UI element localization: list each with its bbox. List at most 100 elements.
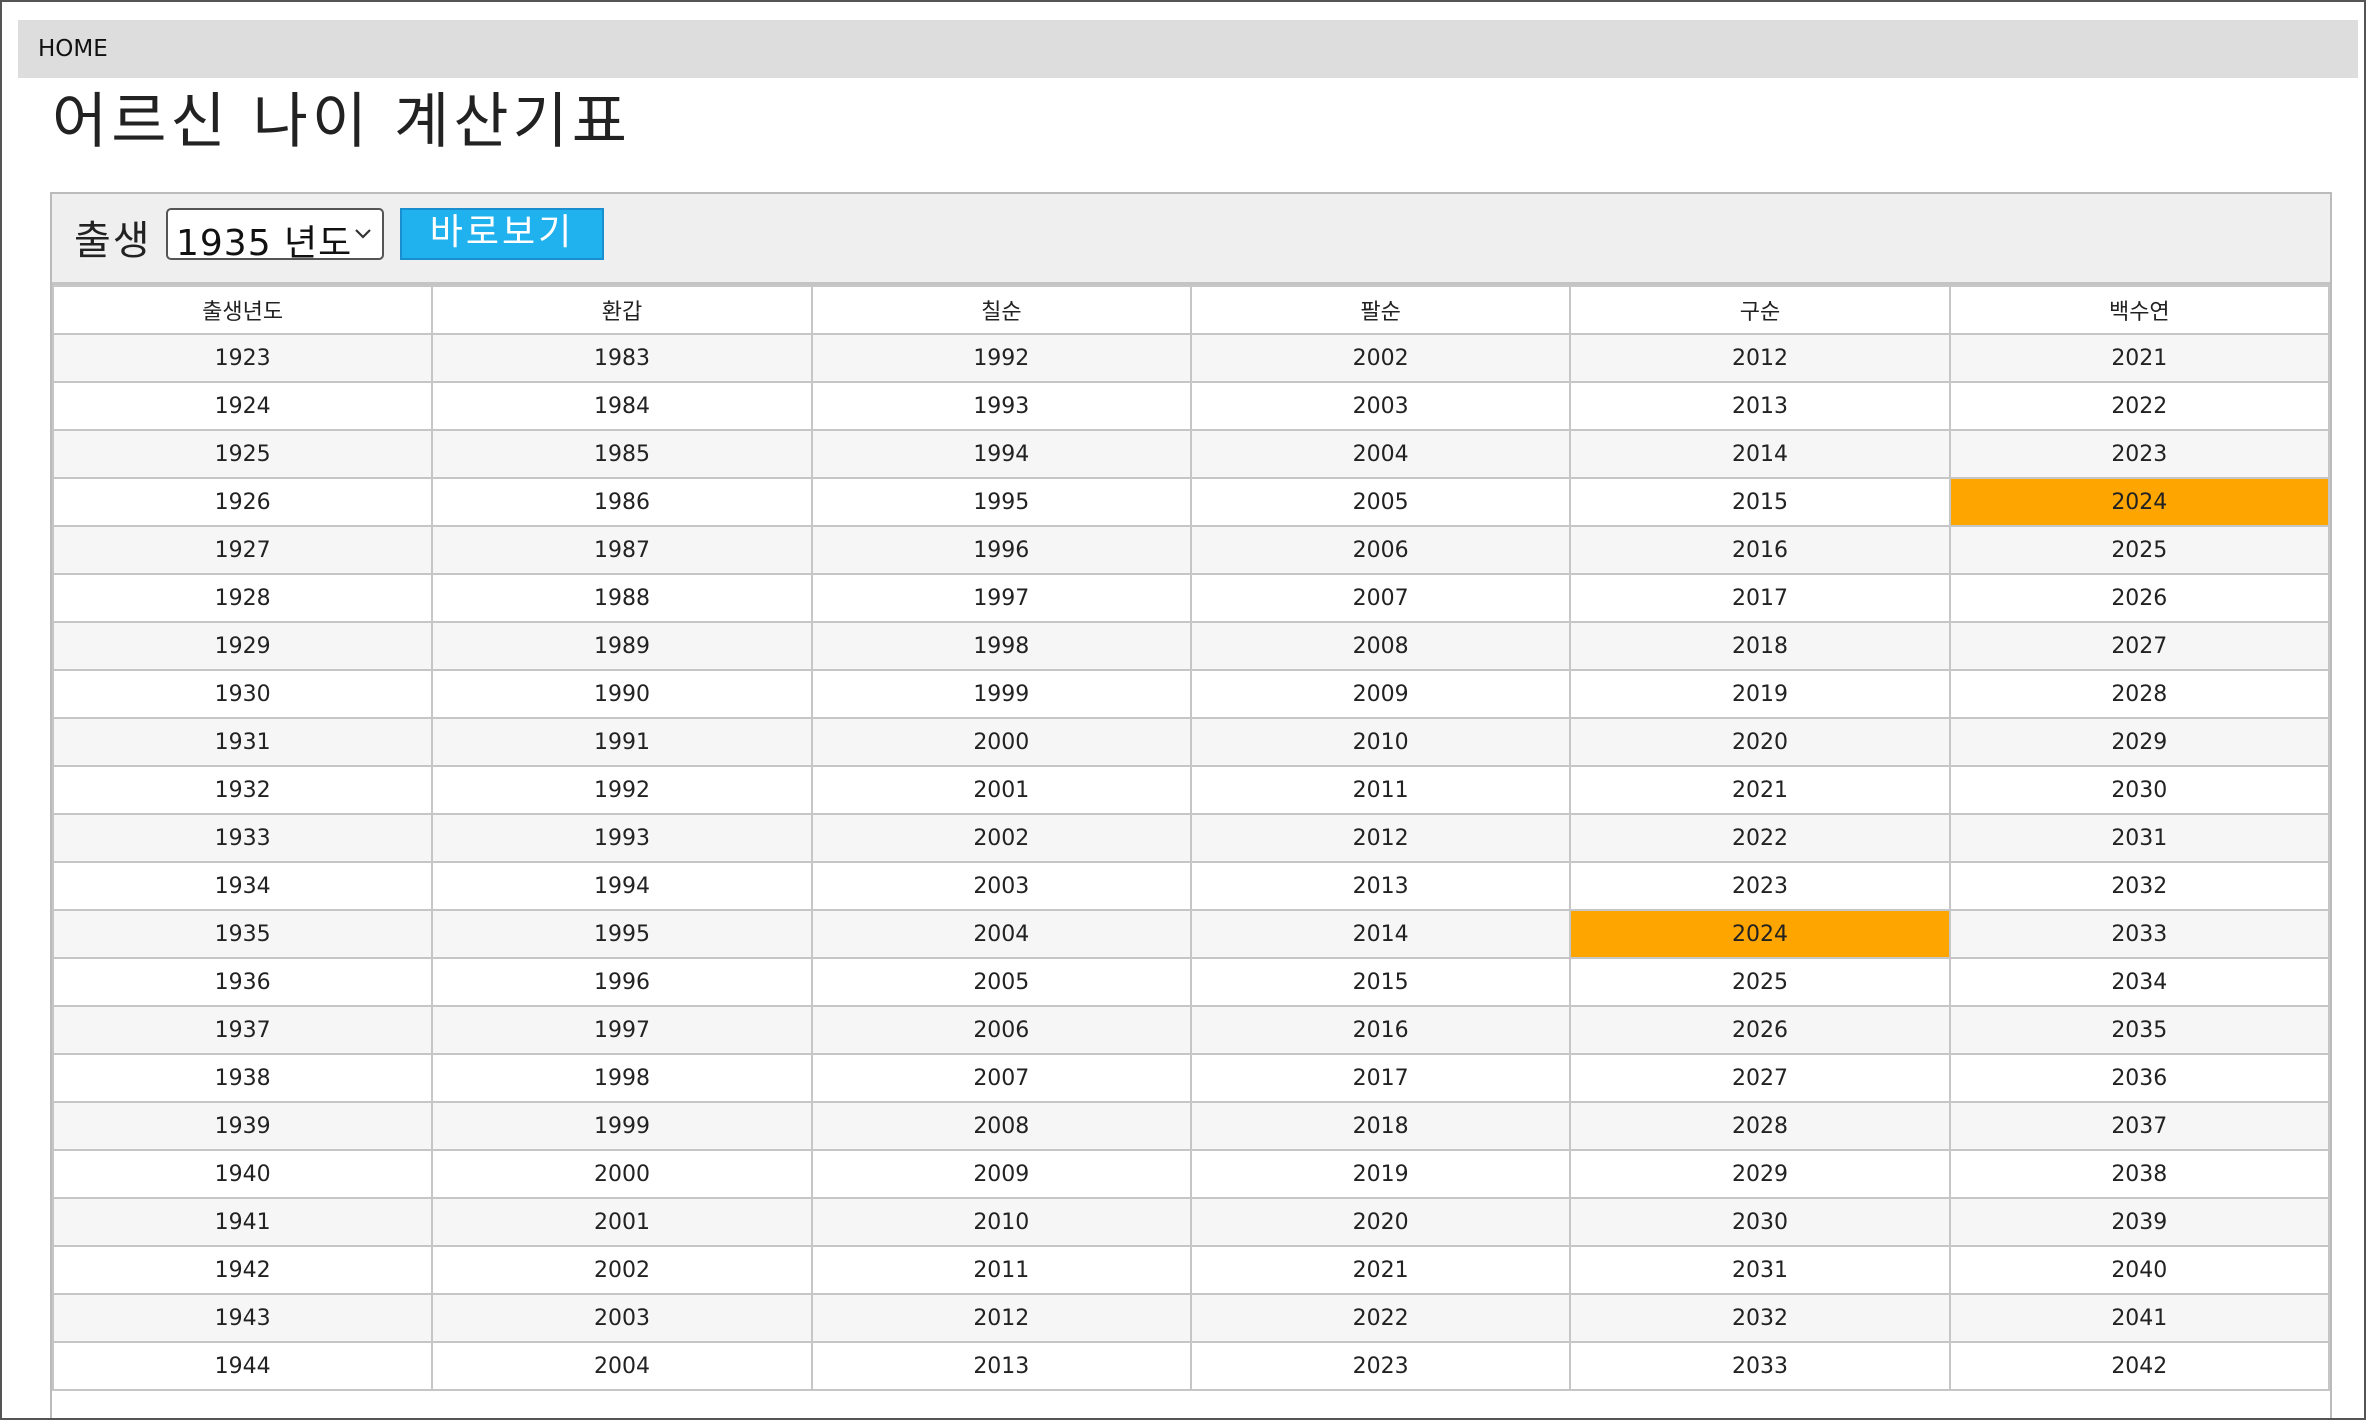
birth-year-cell: 1928 <box>51 573 434 623</box>
chilsun-cell: 2012 <box>810 1293 1192 1343</box>
birth-year-cell: 1935 <box>51 909 434 959</box>
gusun-cell: 2021 <box>1569 765 1951 815</box>
chilsun-cell: 1999 <box>810 669 1192 719</box>
birth-year-cell: 1932 <box>51 765 434 815</box>
palsun-cell: 2002 <box>1189 333 1572 383</box>
hwangap-cell: 1999 <box>431 1101 813 1151</box>
birth-year-cell: 1939 <box>51 1101 434 1151</box>
birth-year-cell: 1936 <box>51 957 434 1007</box>
hwangap-cell: 1997 <box>431 1005 813 1055</box>
baeksuyeon-cell: 2038 <box>1948 1149 2331 1199</box>
gusun-cell: 2013 <box>1569 381 1951 431</box>
birth-year-cell: 1942 <box>51 1245 434 1295</box>
header-hwangap: 환갑 <box>431 285 813 335</box>
baeksuyeon-cell: 2030 <box>1948 765 2331 815</box>
hwangap-cell: 1986 <box>431 477 813 527</box>
palsun-cell: 2017 <box>1189 1053 1572 1103</box>
baeksuyeon-cell: 2028 <box>1948 669 2331 719</box>
baeksuyeon-cell: 2039 <box>1948 1197 2331 1247</box>
chilsun-cell: 2001 <box>810 765 1192 815</box>
hwangap-cell: 1987 <box>431 525 813 575</box>
chilsun-cell: 2010 <box>810 1197 1192 1247</box>
hwangap-cell: 1991 <box>431 717 813 767</box>
gusun-cell: 2014 <box>1569 429 1951 479</box>
hwangap-cell: 1985 <box>431 429 813 479</box>
birth-year-cell: 1931 <box>51 717 434 767</box>
chevron-down-icon <box>355 229 371 239</box>
hwangap-cell: 1988 <box>431 573 813 623</box>
table-row: 1937 1997 2006 2016 2026 2035 <box>51 1005 2331 1055</box>
palsun-cell: 2007 <box>1189 573 1572 623</box>
birth-year-cell: 1924 <box>51 381 434 431</box>
age-calculation-table: 출생년도 환갑 칠순 팔순 구순 백수연 1923 1983 1992 2002 201… <box>51 285 2331 1391</box>
baeksuyeon-cell: 2032 <box>1948 861 2331 911</box>
table-row: 1931 1991 2000 2010 2020 2029 <box>51 717 2331 767</box>
chilsun-cell: 2000 <box>810 717 1192 767</box>
baeksuyeon-cell: 2026 <box>1948 573 2331 623</box>
header-baeksuyeon: 백수연 <box>1948 285 2331 335</box>
baeksuyeon-cell: 2036 <box>1948 1053 2331 1103</box>
home-link[interactable]: HOME <box>38 36 108 62</box>
chilsun-cell: 1993 <box>810 381 1192 431</box>
hwangap-cell: 2002 <box>431 1245 813 1295</box>
table-header-row: 출생년도 환갑 칠순 팔순 구순 백수연 <box>51 285 2331 335</box>
gusun-cell: 2020 <box>1569 717 1951 767</box>
table-row: 1941 2001 2010 2020 2030 2039 <box>51 1197 2331 1247</box>
palsun-cell: 2004 <box>1189 429 1572 479</box>
gusun-cell: 2028 <box>1569 1101 1951 1151</box>
birth-year-cell: 1944 <box>51 1341 434 1391</box>
gusun-cell: 2033 <box>1569 1341 1951 1391</box>
chilsun-cell: 2007 <box>810 1053 1192 1103</box>
baeksuyeon-cell: 2040 <box>1948 1245 2331 1295</box>
chilsun-cell: 1994 <box>810 429 1192 479</box>
palsun-cell: 2015 <box>1189 957 1572 1007</box>
table-row: 1939 1999 2008 2018 2028 2037 <box>51 1101 2331 1151</box>
gusun-cell: 2016 <box>1569 525 1951 575</box>
chilsun-cell: 2008 <box>810 1101 1192 1151</box>
hwangap-cell: 1993 <box>431 813 813 863</box>
birth-year-cell: 1933 <box>51 813 434 863</box>
palsun-cell: 2018 <box>1189 1101 1572 1151</box>
chilsun-cell: 2009 <box>810 1149 1192 1199</box>
baeksuyeon-cell: 2023 <box>1948 429 2331 479</box>
chilsun-cell: 1997 <box>810 573 1192 623</box>
table-row: 1926 1986 1995 2005 2015 2024 <box>51 477 2331 527</box>
hwangap-cell: 2004 <box>431 1341 813 1391</box>
table-row: 1929 1989 1998 2008 2018 2027 <box>51 621 2331 671</box>
gusun-cell: 2029 <box>1569 1149 1951 1199</box>
table-row: 1924 1984 1993 2003 2013 2022 <box>51 381 2331 431</box>
birth-year-cell: 1923 <box>51 333 434 383</box>
hwangap-cell: 1994 <box>431 861 813 911</box>
table-row: 1940 2000 2009 2019 2029 2038 <box>51 1149 2331 1199</box>
header-gusun: 구순 <box>1569 285 1951 335</box>
hwangap-cell: 2003 <box>431 1293 813 1343</box>
hwangap-cell: 2001 <box>431 1197 813 1247</box>
baeksuyeon-cell: 2022 <box>1948 381 2331 431</box>
palsun-cell: 2016 <box>1189 1005 1572 1055</box>
hwangap-cell: 1983 <box>431 333 813 383</box>
baeksuyeon-cell: 2033 <box>1948 909 2331 959</box>
header-birth-year: 출생년도 <box>51 285 434 335</box>
palsun-cell: 2022 <box>1189 1293 1572 1343</box>
baeksuyeon-cell: 2025 <box>1948 525 2331 575</box>
table-body: 1923 1983 1992 2002 2012 2021 1924 1984 1993 2003… <box>51 333 2331 1391</box>
table-row: 1930 1990 1999 2009 2019 2028 <box>51 669 2331 719</box>
chilsun-cell: 2002 <box>810 813 1192 863</box>
gusun-cell: 2025 <box>1569 957 1951 1007</box>
top-navigation-bar: HOME <box>18 20 2358 78</box>
birth-year-cell: 1929 <box>51 621 434 671</box>
baeksuyeon-cell: 2042 <box>1948 1341 2331 1391</box>
birth-year-cell: 1926 <box>51 477 434 527</box>
header-chilsun: 칠순 <box>810 285 1192 335</box>
view-button[interactable]: 바로보기 <box>400 208 604 260</box>
birth-year-cell: 1941 <box>51 1197 434 1247</box>
table-row: 1943 2003 2012 2022 2032 2041 <box>51 1293 2331 1343</box>
chilsun-cell: 2006 <box>810 1005 1192 1055</box>
table-row: 1936 1996 2005 2015 2025 2034 <box>51 957 2331 1007</box>
birth-year-select[interactable]: 1935 년도 <box>166 208 384 264</box>
hwangap-cell: 1984 <box>431 381 813 431</box>
hwangap-cell: 1995 <box>431 909 813 959</box>
hwangap-cell: 1990 <box>431 669 813 719</box>
table-row: 1928 1988 1997 2007 2017 2026 <box>51 573 2331 623</box>
palsun-cell: 2013 <box>1189 861 1572 911</box>
